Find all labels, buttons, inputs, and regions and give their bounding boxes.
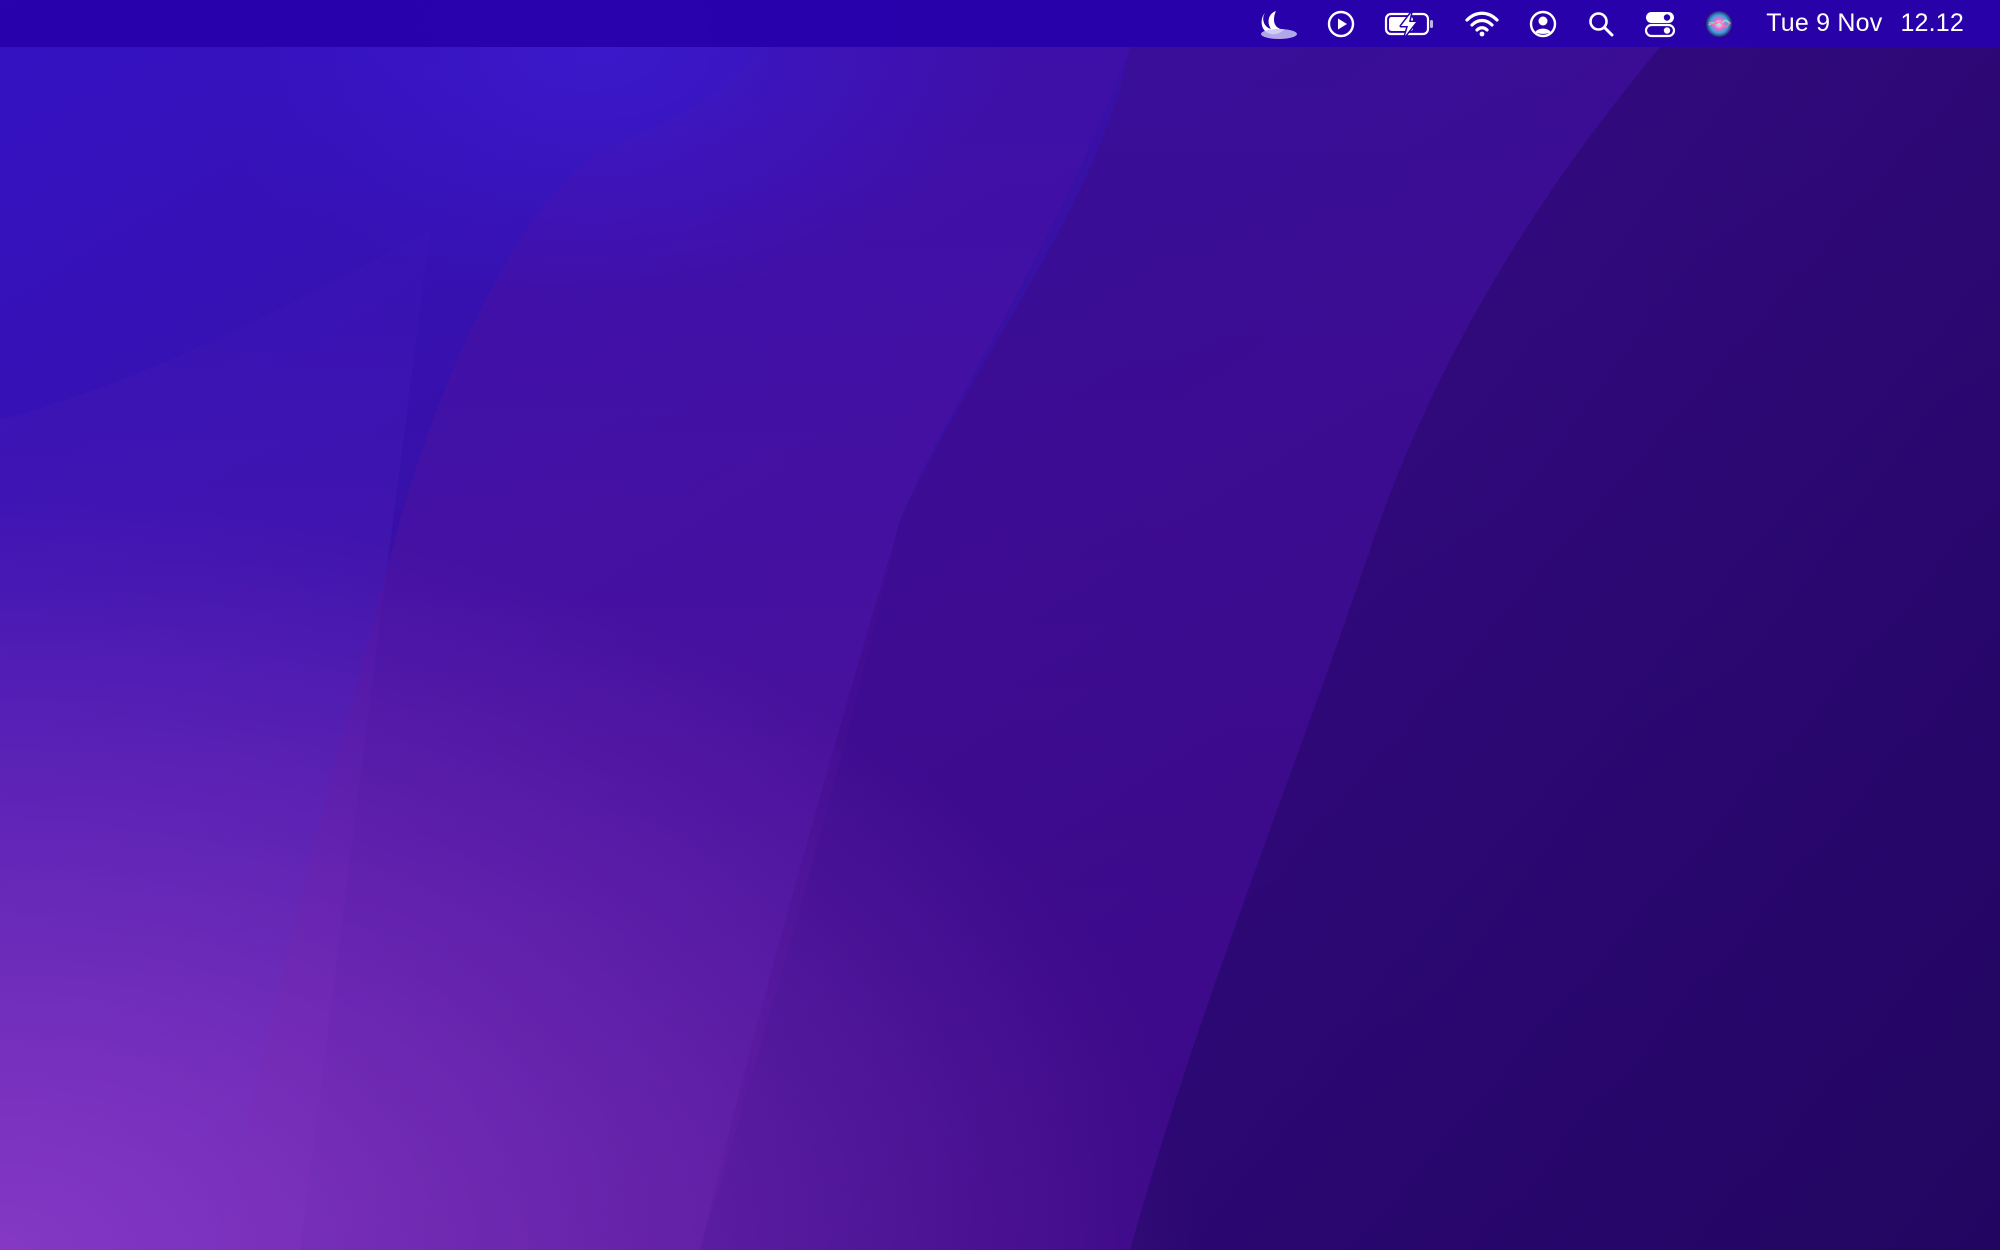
user-circle-icon[interactable]: [1528, 0, 1558, 47]
clock-date: Tue 9 Nov: [1766, 9, 1883, 37]
menu-bar: Tue 9 Nov 12.12: [0, 0, 2000, 47]
menubar-clock[interactable]: Tue 9 Nov 12.12: [1766, 0, 1964, 47]
siri-icon[interactable]: [1704, 0, 1734, 47]
desktop-wallpaper: [0, 0, 2000, 1250]
battery-charging-icon[interactable]: [1384, 0, 1436, 47]
clock-time: 12.12: [1900, 9, 1964, 37]
wifi-icon[interactable]: [1464, 0, 1500, 47]
search-icon[interactable]: [1586, 0, 1616, 47]
weather-night-cloud-icon[interactable]: [1252, 0, 1298, 47]
play-circle-icon[interactable]: [1326, 0, 1356, 47]
control-center-icon[interactable]: [1644, 0, 1676, 47]
